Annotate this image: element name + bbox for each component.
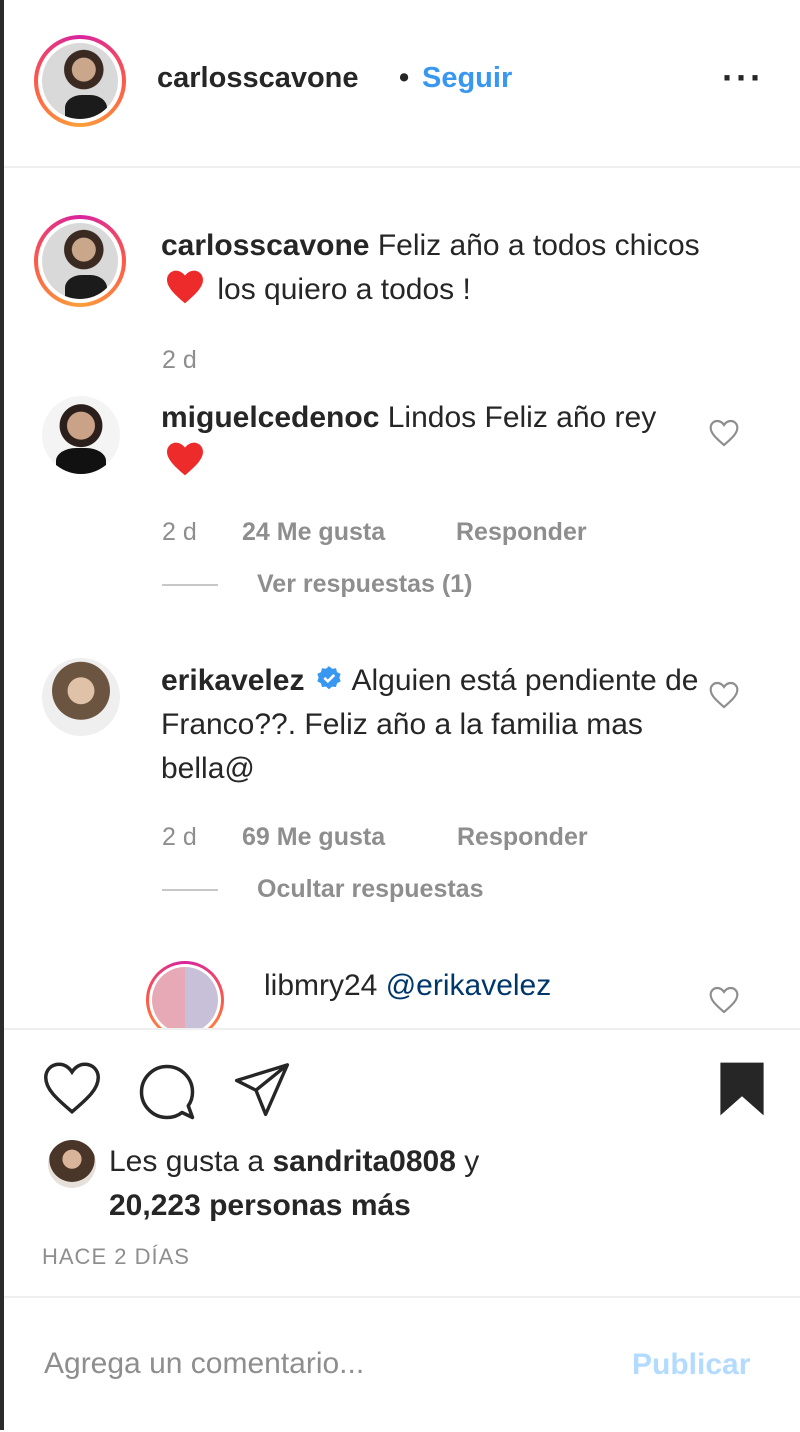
comment-avatar[interactable]	[42, 658, 120, 736]
paper-plane-icon[interactable]	[232, 1060, 292, 1118]
comment-text: miguelcedenoc Lindos Feliz año rey	[161, 396, 701, 484]
reply-mention[interactable]: @erikavelez	[386, 969, 552, 1002]
likes-prefix: Les gusta a	[109, 1145, 265, 1178]
liker-avatar[interactable]	[48, 1140, 96, 1188]
comment-likes-count[interactable]: 24 Me gusta	[242, 518, 385, 547]
reply-avatar[interactable]	[146, 961, 224, 1028]
comment-text: erikavelez Alguien está pendiente de Fra…	[161, 659, 701, 791]
bookmark-icon[interactable]	[718, 1060, 766, 1118]
add-comment-bar: Publicar	[4, 1296, 800, 1432]
comment-age[interactable]: 2 d	[162, 823, 197, 852]
caption-age[interactable]: 2 d	[162, 346, 197, 375]
likes-summary: Les gusta a sandrita0808 y 20,223 person…	[109, 1140, 709, 1228]
hide-replies-button[interactable]: Ocultar respuestas	[257, 875, 484, 904]
caption-avatar[interactable]	[34, 215, 126, 307]
verified-badge-icon	[317, 666, 341, 690]
comment-username[interactable]: miguelcedenoc	[161, 401, 379, 434]
heart-icon[interactable]	[42, 1060, 102, 1116]
publish-button[interactable]: Publicar	[632, 1348, 750, 1382]
reply-username[interactable]: libmry24	[264, 969, 377, 1002]
caption-photo	[42, 223, 118, 299]
comment-age[interactable]: 2 d	[162, 518, 197, 547]
comment-avatar[interactable]	[42, 396, 120, 474]
comment-username[interactable]: erikavelez	[161, 664, 304, 697]
post-header: carlosscavone • Seguir ···	[4, 0, 800, 168]
red-heart-emoji-icon	[167, 442, 203, 476]
post-actions: Les gusta a sandrita0808 y 20,223 person…	[4, 1028, 800, 1300]
comment-body: Lindos Feliz año rey	[387, 401, 657, 434]
caption-body-2: los quiero a todos !	[217, 273, 471, 306]
more-horizontal-icon[interactable]: ···	[722, 60, 764, 96]
reply-button[interactable]: Responder	[456, 518, 587, 547]
comment-input[interactable]	[42, 1338, 606, 1390]
reply-text: libmry24 @erikavelez	[264, 964, 704, 1008]
separator-dot: •	[399, 62, 410, 94]
like-comment-heart-icon[interactable]	[708, 418, 740, 448]
instagram-post-panel: carlosscavone • Seguir ··· carlosscavone…	[4, 0, 800, 1430]
replies-divider	[162, 889, 218, 891]
liker-username[interactable]: sandrita0808	[272, 1145, 455, 1178]
reply-button[interactable]: Responder	[457, 823, 588, 852]
likes-joiner: y	[464, 1145, 480, 1178]
author-photo	[42, 43, 118, 119]
comment-icon[interactable]	[137, 1062, 197, 1122]
likes-count[interactable]: 20,223 personas más	[109, 1189, 411, 1222]
comment-likes-count[interactable]: 69 Me gusta	[242, 823, 385, 852]
like-comment-heart-icon[interactable]	[708, 985, 740, 1015]
comments-list[interactable]: carlosscavone Feliz año a todos chicos l…	[4, 168, 800, 1028]
caption-username[interactable]: carlosscavone	[161, 229, 369, 262]
view-replies-button[interactable]: Ver respuestas (1)	[257, 570, 472, 599]
red-heart-emoji-icon	[167, 270, 203, 304]
follow-button[interactable]: Seguir	[422, 62, 512, 95]
author-avatar[interactable]	[34, 35, 126, 127]
like-comment-heart-icon[interactable]	[708, 680, 740, 710]
caption-body-1: Feliz año a todos chicos	[377, 229, 700, 262]
author-username[interactable]: carlosscavone	[157, 62, 359, 95]
post-timestamp[interactable]: HACE 2 DÍAS	[42, 1244, 190, 1270]
replies-divider	[162, 584, 218, 586]
caption-text: carlosscavone Feliz año a todos chicos l…	[161, 224, 721, 312]
